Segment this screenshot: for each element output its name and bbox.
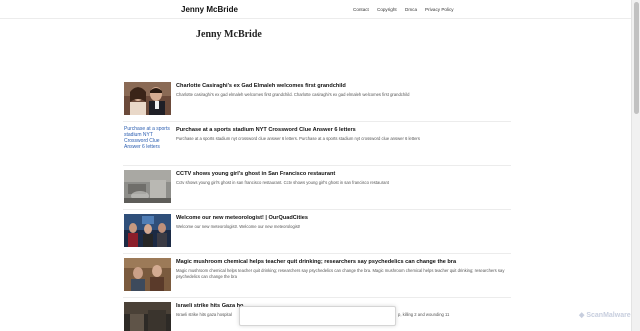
article-thumbnail[interactable] xyxy=(124,82,171,115)
article-description: Magic mushroom chemical helps teacher qu… xyxy=(176,268,505,280)
article-description: Charlotte casiraghi's ex gad elmaleh wel… xyxy=(176,92,410,97)
page-scrollbar[interactable] xyxy=(631,0,640,331)
article-title[interactable]: Magic mushroom chemical helps teacher qu… xyxy=(176,259,456,265)
article-description: Cctv shows young girl's ghost in san fra… xyxy=(176,180,389,185)
article-thumbnail[interactable] xyxy=(124,302,171,331)
watermark-logo-icon: ◆ xyxy=(579,312,585,319)
nav-contact[interactable]: Contact xyxy=(353,7,369,12)
article-title[interactable]: Welcome our new meteorologist! | OurQuad… xyxy=(176,215,308,221)
article-title[interactable]: Purchase at a sports stadium NYT Crosswo… xyxy=(176,127,356,133)
site-header: Jenny McBride Contact Copyright Dmca Pri… xyxy=(0,0,631,19)
watermark: ◆ ScanMalware xyxy=(579,311,631,319)
article-row[interactable]: CCTV shows young girl's ghost in San Fra… xyxy=(123,166,511,210)
scrollbar-thumb[interactable] xyxy=(634,2,639,114)
article-title[interactable]: Charlotte Casiraghi's ex Gad Elmaleh wel… xyxy=(176,83,346,89)
article-thumbnail-broken[interactable]: Purchase at a sports stadium NYT Crosswo… xyxy=(124,126,171,159)
article-row[interactable]: Purchase at a sports stadium NYT Crosswo… xyxy=(123,122,511,166)
top-nav: Contact Copyright Dmca Privacy Policy xyxy=(0,7,631,15)
article-title[interactable]: Israeli strike hits Gaza ho xyxy=(176,303,243,309)
page-title: Jenny McBride xyxy=(196,29,262,40)
article-description-head: Israeli strike hits gaza hospital xyxy=(176,312,232,317)
article-thumbnail[interactable] xyxy=(124,258,171,291)
article-row[interactable]: Welcome our new meteorologist! | OurQuad… xyxy=(123,210,511,254)
nav-dmca[interactable]: Dmca xyxy=(405,7,417,12)
overlay-popup[interactable] xyxy=(239,306,396,326)
article-row[interactable]: Magic mushroom chemical helps teacher qu… xyxy=(123,254,511,298)
article-description: Purchase at a sports stadium nyt crosswo… xyxy=(176,136,420,141)
article-description: Welcome our new meteorologist!. Welcome … xyxy=(176,224,301,229)
watermark-brand: ScanMalware xyxy=(586,312,631,319)
article-description-tail: p, killing 2 and wounding 11 xyxy=(398,312,450,317)
nav-privacy-policy[interactable]: Privacy Policy xyxy=(425,7,454,12)
nav-copyright[interactable]: Copyright xyxy=(377,7,397,12)
article-row[interactable]: Charlotte Casiraghi's ex Gad Elmaleh wel… xyxy=(123,78,511,122)
article-list: Charlotte Casiraghi's ex Gad Elmaleh wel… xyxy=(123,78,511,331)
article-thumbnail[interactable] xyxy=(124,214,171,247)
article-thumbnail[interactable] xyxy=(124,170,171,203)
article-title[interactable]: CCTV shows young girl's ghost in San Fra… xyxy=(176,171,335,177)
